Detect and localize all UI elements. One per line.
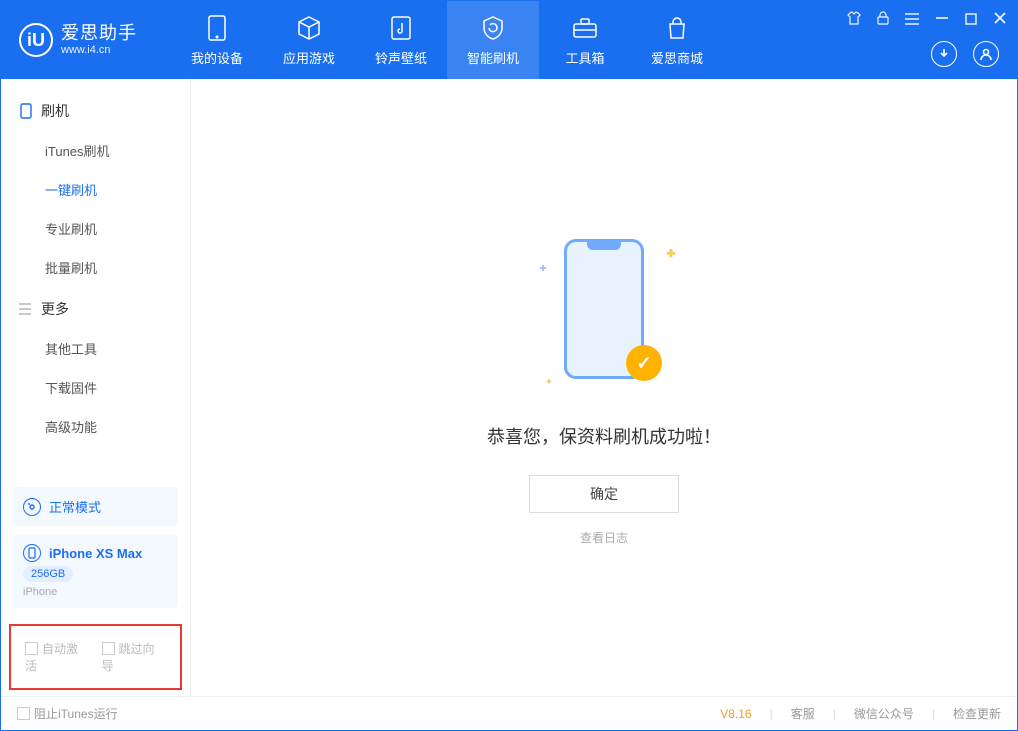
check-badge-icon: ✓ (626, 345, 662, 381)
tab-label: 工具箱 (565, 48, 604, 67)
menu-icon[interactable] (903, 10, 921, 30)
tab-ringtones[interactable]: 铃声壁纸 (355, 1, 447, 79)
section-label: 更多 (41, 299, 69, 319)
nav-tabs: 我的设备 应用游戏 铃声壁纸 智能刷机 工具箱 爱思商城 (171, 1, 723, 79)
tab-label: 智能刷机 (467, 48, 519, 67)
bag-icon (663, 14, 691, 42)
device-name: iPhone XS Max (49, 546, 142, 561)
tab-label: 我的设备 (191, 48, 243, 67)
device-type: iPhone (23, 586, 57, 598)
app-url: www.i4.cn (61, 44, 137, 56)
minimize-icon[interactable] (933, 9, 951, 30)
phone-small-icon (19, 104, 33, 118)
header-right-icons (931, 41, 999, 67)
success-illustration: ✓ (534, 229, 674, 399)
device-info-card[interactable]: iPhone XS Max 256GB iPhone (13, 534, 178, 608)
window-controls (845, 9, 1009, 30)
skip-guide-checkbox[interactable]: 跳过向导 (102, 640, 167, 674)
sidebar-item-oneclick-flash[interactable]: 一键刷机 (1, 170, 190, 209)
sidebar-item-batch-flash[interactable]: 批量刷机 (1, 248, 190, 287)
tab-store[interactable]: 爱思商城 (631, 1, 723, 79)
check-update-link[interactable]: 检查更新 (953, 705, 1001, 722)
phone-icon (203, 14, 231, 42)
sidebar-item-other-tools[interactable]: 其他工具 (1, 329, 190, 368)
view-log-link[interactable]: 查看日志 (580, 529, 628, 546)
main-content: ✓ 恭喜您，保资料刷机成功啦！ 确定 查看日志 (191, 79, 1017, 696)
wechat-link[interactable]: 微信公众号 (854, 705, 914, 722)
options-highlight: 自动激活 跳过向导 (9, 624, 182, 690)
device-mode-card[interactable]: 正常模式 (13, 487, 178, 526)
section-label: 刷机 (41, 101, 69, 121)
app-name: 爱思助手 (61, 24, 137, 44)
tab-label: 铃声壁纸 (375, 48, 427, 67)
music-file-icon (387, 14, 415, 42)
device-mode-label: 正常模式 (49, 497, 101, 516)
logo-icon: iU (19, 23, 53, 57)
tab-toolbox[interactable]: 工具箱 (539, 1, 631, 79)
device-storage: 256GB (23, 566, 73, 582)
app-logo: iU 爱思助手 www.i4.cn (1, 1, 153, 79)
version-label: V8.16 (720, 707, 751, 721)
lock-icon[interactable] (875, 9, 891, 30)
sidebar-item-download-firmware[interactable]: 下载固件 (1, 368, 190, 407)
block-itunes-checkbox[interactable]: 阻止iTunes运行 (17, 705, 118, 722)
tshirt-icon[interactable] (845, 9, 863, 30)
user-button[interactable] (973, 41, 999, 67)
download-button[interactable] (931, 41, 957, 67)
maximize-icon[interactable] (963, 10, 979, 30)
sidebar-item-pro-flash[interactable]: 专业刷机 (1, 209, 190, 248)
tab-smart-flash[interactable]: 智能刷机 (447, 1, 539, 79)
statusbar: 阻止iTunes运行 V8.16 | 客服 | 微信公众号 | 检查更新 (1, 696, 1017, 730)
sidebar-item-itunes-flash[interactable]: iTunes刷机 (1, 131, 190, 170)
tab-my-device[interactable]: 我的设备 (171, 1, 263, 79)
ok-button[interactable]: 确定 (529, 475, 679, 513)
auto-activate-checkbox[interactable]: 自动激活 (25, 640, 90, 674)
titlebar: iU 爱思助手 www.i4.cn 我的设备 应用游戏 铃声壁纸 智能刷机 (1, 1, 1017, 79)
tab-label: 爱思商城 (651, 48, 703, 67)
shield-refresh-icon (479, 14, 507, 42)
sidebar: 刷机 iTunes刷机 一键刷机 专业刷机 批量刷机 更多 其他工具 下载固件 … (1, 79, 191, 696)
sidebar-section-flash: 刷机 (1, 89, 190, 131)
success-message: 恭喜您，保资料刷机成功啦！ (487, 423, 721, 449)
cube-icon (295, 14, 323, 42)
toolbox-icon (571, 14, 599, 42)
tab-label: 应用游戏 (283, 48, 335, 67)
tab-apps[interactable]: 应用游戏 (263, 1, 355, 79)
mode-icon (23, 498, 41, 516)
support-link[interactable]: 客服 (791, 705, 815, 722)
list-icon (19, 302, 33, 316)
device-icon (23, 544, 41, 562)
close-icon[interactable] (991, 9, 1009, 30)
sidebar-item-advanced[interactable]: 高级功能 (1, 407, 190, 446)
sidebar-section-more: 更多 (1, 287, 190, 329)
